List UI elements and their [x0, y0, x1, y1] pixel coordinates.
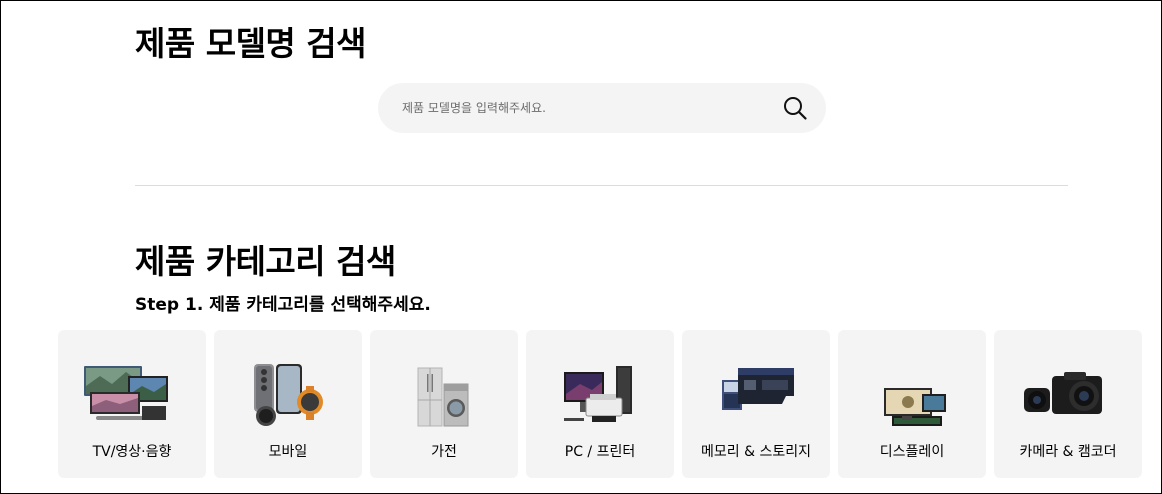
category-card-display[interactable]: 디스플레이 [838, 330, 986, 478]
memory-product-image [722, 368, 794, 410]
camera-product-image [1024, 372, 1102, 414]
section-divider [135, 185, 1068, 186]
display-product-image [884, 388, 946, 426]
step-instruction: Step 1. 제품 카테고리를 선택해주세요. [135, 295, 431, 315]
category-label-memory: 메모리 & 스토리지 [701, 444, 811, 460]
category-card-appliance[interactable]: 가전 [370, 330, 518, 478]
category-label-camera: 카메라 & 캠코더 [1019, 444, 1117, 460]
model-search-input[interactable] [402, 93, 762, 123]
category-search-title: 제품 카테고리 검색 [135, 242, 396, 281]
category-label-display: 디스플레이 [879, 444, 945, 460]
category-card-mobile[interactable]: 모바일 [214, 330, 362, 478]
model-search-box [378, 83, 826, 133]
tv-product-image [84, 366, 168, 420]
category-card-pc[interactable]: PC / 프린터 [526, 330, 674, 478]
search-button[interactable] [782, 95, 808, 121]
category-label-tv: TV/영상·음향 [92, 444, 172, 460]
mobile-product-image [254, 364, 323, 426]
search-icon [784, 97, 807, 120]
category-list: TV/영상·음향 모바일 가전 PC / 프린터 메모리 & 스토리지 디스플레… [58, 330, 1142, 478]
category-card-memory[interactable]: 메모리 & 스토리지 [682, 330, 830, 478]
appliance-product-image [417, 367, 469, 427]
model-search-title: 제품 모델명 검색 [135, 24, 367, 63]
category-card-camera[interactable]: 카메라 & 캠코더 [994, 330, 1142, 478]
category-label-appliance: 가전 [431, 444, 457, 460]
category-label-mobile: 모바일 [268, 444, 308, 460]
pc-product-image [564, 366, 632, 422]
category-card-tv[interactable]: TV/영상·음향 [58, 330, 206, 478]
category-label-pc: PC / 프린터 [564, 444, 636, 460]
